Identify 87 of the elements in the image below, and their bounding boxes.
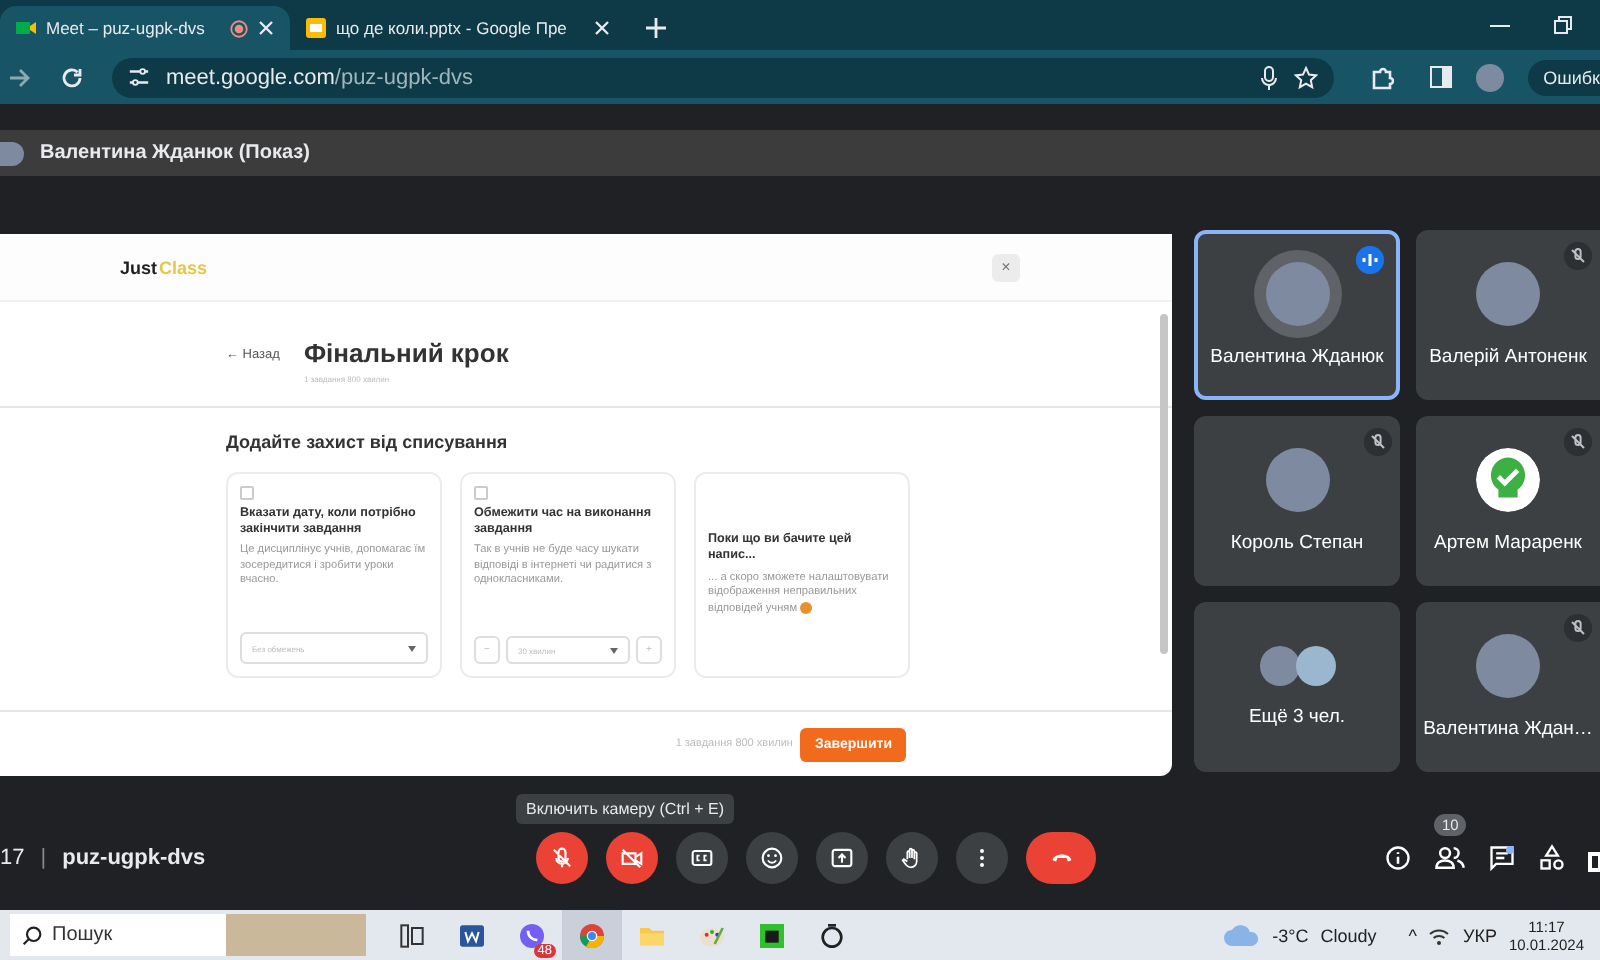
- participant-name: Валерій Антоненк: [1429, 346, 1587, 368]
- avatar-photo-placeholder: [1476, 634, 1540, 698]
- messenger-app-icon: [516, 919, 548, 951]
- participant-tile[interactable]: Валерій Антоненк: [1416, 230, 1600, 400]
- shapes-icon[interactable]: [1538, 844, 1566, 872]
- camera-off-icon: [618, 844, 646, 872]
- browser-tab[interactable]: що де коли.pptx - Google Пре: [290, 6, 626, 50]
- participant-name: Король Степан: [1230, 532, 1364, 554]
- avatar-photo-placeholder: [1265, 448, 1329, 512]
- page-title: Фінальний крок: [303, 337, 509, 367]
- chat-icon[interactable]: [1488, 844, 1516, 872]
- avatar-photo-placeholder: [1295, 646, 1335, 686]
- logo: JustClass: [120, 257, 208, 277]
- minimize-icon[interactable]: [1490, 23, 1510, 27]
- participant-name: Валентина Жданюк: [1210, 346, 1384, 368]
- participant-tile[interactable]: Артем Мараренк: [1416, 416, 1600, 586]
- temperature: -3°C: [1272, 925, 1309, 945]
- end-call-button[interactable]: [1026, 832, 1096, 884]
- tab-title: що де коли.pptx - Google Пре: [336, 18, 569, 38]
- video-call-icon: [16, 18, 36, 38]
- avatar-photo-placeholder: [1259, 646, 1299, 686]
- dropdown-caret-icon: [610, 647, 618, 653]
- error-button[interactable]: Ошибк: [1527, 59, 1600, 95]
- search-field[interactable]: Пошук: [10, 914, 366, 956]
- browser-tab[interactable]: Meet – puz-ugpk-dvs: [0, 6, 290, 50]
- extensions-icon[interactable]: [1369, 65, 1394, 89]
- new-tab-icon[interactable]: [646, 18, 666, 38]
- participant-tile[interactable]: Валентина Жданюк: [1194, 230, 1400, 400]
- raise-hand-button[interactable]: [886, 832, 938, 884]
- participant-name: Ещё 3 чел.: [1248, 706, 1346, 728]
- close-tab-icon[interactable]: [258, 20, 274, 36]
- participant-tile[interactable]: Король Степан: [1194, 416, 1400, 586]
- address-bar[interactable]: meet.google.com/puz-ugpk-dvs: [112, 57, 1334, 97]
- people-icon[interactable]: [1434, 844, 1466, 872]
- checkbox[interactable]: [474, 486, 488, 500]
- document-app-icon: [456, 919, 488, 951]
- search-icon: [22, 925, 42, 945]
- slides-icon: [306, 18, 326, 38]
- bookmark-star-icon[interactable]: [1293, 65, 1318, 89]
- search-picture-placeholder: [226, 914, 366, 956]
- tray-caret[interactable]: ^: [1408, 925, 1417, 945]
- info-icon[interactable]: [1384, 844, 1412, 872]
- present-button[interactable]: [816, 832, 868, 884]
- emoji-icon: [758, 844, 786, 872]
- participant-tile[interactable]: Валентина Ждан…: [1416, 602, 1600, 772]
- captions-button[interactable]: [676, 832, 728, 884]
- url-text: meet.google.com/puz-ugpk-dvs: [166, 65, 473, 89]
- close-tab-icon[interactable]: [594, 20, 610, 36]
- separator: |: [40, 846, 47, 870]
- task-view-icon: [396, 919, 428, 951]
- language-indicator[interactable]: УКР: [1462, 925, 1497, 945]
- site-settings-icon[interactable]: [128, 66, 150, 88]
- microphone-icon[interactable]: [1259, 65, 1278, 89]
- tooltip: Включить камеру (Ctrl + E): [516, 794, 734, 824]
- ring-app-icon: [816, 919, 848, 951]
- avatar-photo-placeholder: [1265, 262, 1329, 326]
- side-panel-icon[interactable]: [1429, 66, 1452, 88]
- reload-icon[interactable]: [60, 65, 84, 89]
- browser-app-icon: [576, 919, 608, 951]
- presenter-title: Валентина Жданюк (Показ): [40, 142, 310, 164]
- avatar-photo-placeholder: [1476, 262, 1540, 326]
- dropdown-caret-icon: [408, 645, 416, 651]
- emoji-icon: [800, 601, 813, 614]
- checkbox[interactable]: [240, 486, 254, 500]
- meeting-time: 17: [0, 846, 25, 870]
- participant-name: Валентина Ждан…: [1423, 718, 1593, 740]
- participant-name: Артем Мараренк: [1434, 532, 1582, 554]
- section-title: Додайте захист від списування: [226, 432, 510, 452]
- present-screen-icon: [828, 844, 856, 872]
- wifi-icon[interactable]: [1428, 925, 1451, 945]
- scrollbar[interactable]: [1160, 314, 1168, 654]
- tab-title: Meet – puz-ugpk-dvs: [46, 18, 207, 38]
- mic-off-button[interactable]: [536, 832, 588, 884]
- meeting-code: puz-ugpk-dvs: [62, 846, 206, 870]
- forward-icon[interactable]: [8, 65, 32, 89]
- restore-icon[interactable]: [1554, 16, 1572, 34]
- camera-off-button[interactable]: [606, 832, 658, 884]
- mic-off-icon: [548, 844, 576, 872]
- notification-dot: [1506, 846, 1514, 854]
- close-button[interactable]: ×: [992, 253, 1020, 281]
- emoji-button[interactable]: [746, 832, 798, 884]
- check-bulb-avatar-icon: [1476, 448, 1540, 512]
- game-app-icon: [756, 919, 788, 951]
- participant-tile[interactable]: Ещё 3 чел.: [1194, 602, 1400, 772]
- weather-text: Cloudy: [1320, 925, 1377, 945]
- presenter-photo-placeholder: [0, 141, 24, 165]
- captions-icon: [688, 844, 716, 872]
